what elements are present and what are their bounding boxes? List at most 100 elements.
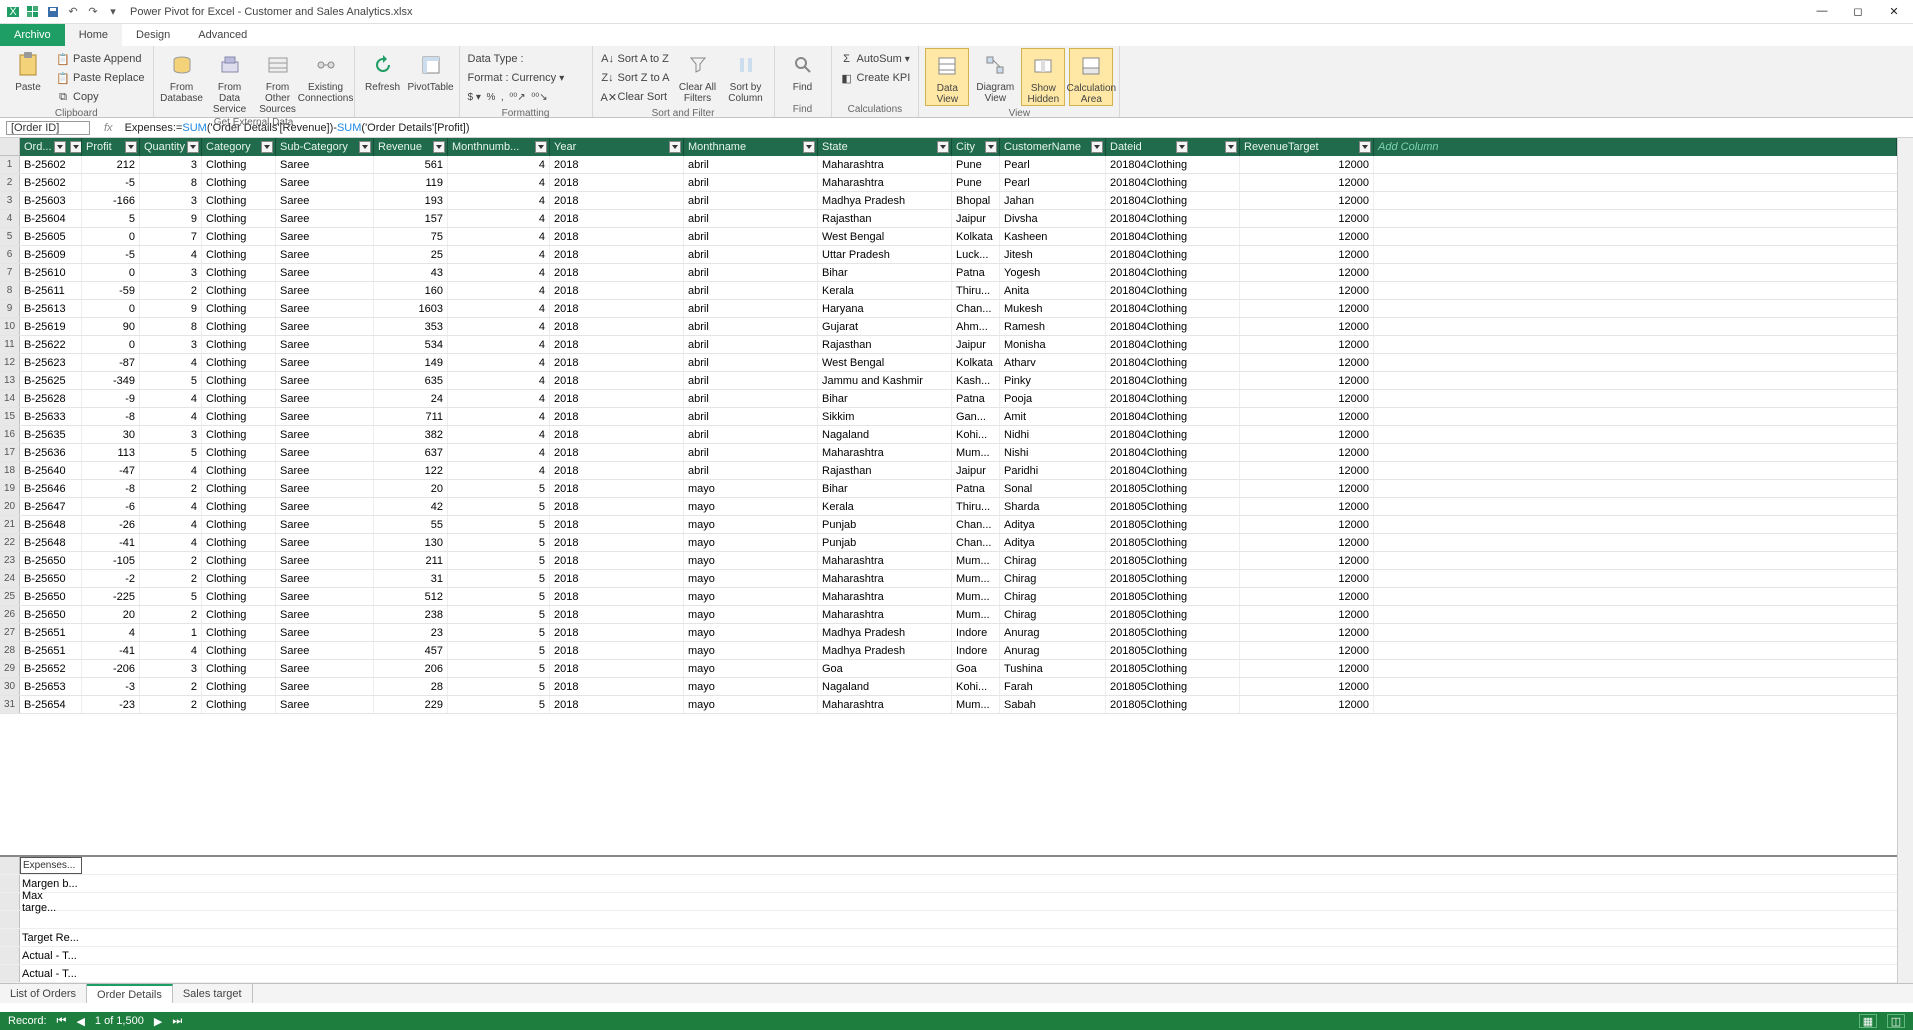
column-header-city[interactable]: City [952,138,1000,156]
cell-rev[interactable]: 711 [374,408,448,425]
cell-mnum[interactable]: 4 [448,318,550,335]
save-icon[interactable] [44,3,62,21]
cell-mname[interactable]: mayo [684,624,818,641]
cell-dateid[interactable]: 201804Clothing [1106,462,1240,479]
cell-qty[interactable]: 2 [140,606,202,623]
cell-mname[interactable]: abril [684,408,818,425]
cell-year[interactable]: 2018 [550,336,684,353]
cell-state[interactable]: Kerala [818,498,952,515]
cell-year[interactable]: 2018 [550,156,684,173]
filter-dropdown-icon[interactable] [261,141,273,153]
cell-cust[interactable]: Pearl [1000,174,1106,191]
cell-qty[interactable]: 1 [140,624,202,641]
cell-mnum[interactable]: 4 [448,336,550,353]
cell-profit[interactable]: 212 [82,156,140,173]
filter-dropdown-icon[interactable] [187,141,199,153]
cell-year[interactable]: 2018 [550,174,684,191]
cell-dateid[interactable]: 201805Clothing [1106,552,1240,569]
cell-profit[interactable]: -41 [82,534,140,551]
cell-profit[interactable]: -87 [82,354,140,371]
cell-year[interactable]: 2018 [550,318,684,335]
cell-profit[interactable]: 20 [82,606,140,623]
cell-cat[interactable]: Clothing [202,210,276,227]
cell-year[interactable]: 2018 [550,642,684,659]
cell-year[interactable]: 2018 [550,264,684,281]
cell-cust[interactable]: Pearl [1000,156,1106,173]
row-header[interactable]: 1 [0,156,20,173]
filter-dropdown-icon[interactable] [70,141,82,153]
cell-rev[interactable]: 20 [374,480,448,497]
cell-sub[interactable]: Saree [276,318,374,335]
cell-mnum[interactable]: 5 [448,516,550,533]
cell-cat[interactable]: Clothing [202,570,276,587]
cell-state[interactable]: Nagaland [818,426,952,443]
cell-profit[interactable]: 0 [82,228,140,245]
cell-profit[interactable]: 113 [82,444,140,461]
cell-city[interactable]: Bhopal [952,192,1000,209]
cell-mnum[interactable]: 5 [448,624,550,641]
cell-mnum[interactable]: 5 [448,498,550,515]
cell-mname[interactable]: mayo [684,498,818,515]
cell-city[interactable]: Indore [952,642,1000,659]
sheet-tab[interactable]: List of Orders [0,984,87,1003]
measure-row[interactable]: Actual - T... [0,947,1897,965]
cell-year[interactable]: 2018 [550,498,684,515]
cell-mname[interactable]: mayo [684,606,818,623]
cell-tgt[interactable]: 12000 [1240,264,1374,281]
cell-ord[interactable]: B-25646 [20,480,82,497]
cell-qty[interactable]: 4 [140,246,202,263]
cell-city[interactable]: Mum... [952,588,1000,605]
cell-qty[interactable]: 3 [140,660,202,677]
cell-tgt[interactable]: 12000 [1240,246,1374,263]
cell-cat[interactable]: Clothing [202,642,276,659]
cell-mnum[interactable]: 4 [448,174,550,191]
cell-state[interactable]: Bihar [818,264,952,281]
cell-qty[interactable]: 8 [140,318,202,335]
cell-tgt[interactable]: 12000 [1240,444,1374,461]
cell-year[interactable]: 2018 [550,300,684,317]
cell-profit[interactable]: -8 [82,408,140,425]
cell-mname[interactable]: abril [684,354,818,371]
cell-cat[interactable]: Clothing [202,264,276,281]
cell-cust[interactable]: Sonal [1000,480,1106,497]
cell-dateid[interactable]: 201804Clothing [1106,210,1240,227]
cell-ord[interactable]: B-25650 [20,570,82,587]
cell-dateid[interactable]: 201804Clothing [1106,192,1240,209]
cell-rev[interactable]: 382 [374,426,448,443]
cell-sub[interactable]: Saree [276,228,374,245]
table-row[interactable]: 18B-25640-474ClothingSaree12242018abrilR… [0,462,1897,480]
cell-city[interactable]: Mum... [952,444,1000,461]
cell-profit[interactable]: -6 [82,498,140,515]
grid-view-icon[interactable]: ▦ [1859,1014,1877,1028]
cell-mname[interactable]: abril [684,246,818,263]
cell-tgt[interactable]: 12000 [1240,192,1374,209]
filter-dropdown-icon[interactable] [535,141,547,153]
name-box[interactable]: [Order ID] [6,121,90,135]
cell-profit[interactable]: 30 [82,426,140,443]
cell-mname[interactable]: abril [684,156,818,173]
cell-mnum[interactable]: 5 [448,642,550,659]
row-header[interactable]: 23 [0,552,20,569]
cell-rev[interactable]: 25 [374,246,448,263]
cell-sub[interactable]: Saree [276,390,374,407]
cell-dateid[interactable]: 201805Clothing [1106,642,1240,659]
cell-profit[interactable]: -166 [82,192,140,209]
measure-row[interactable] [0,911,1897,929]
column-extra-icon[interactable] [1176,141,1188,153]
cell-city[interactable]: Gan... [952,408,1000,425]
cell-mname[interactable]: mayo [684,552,818,569]
cell-ord[interactable]: B-25640 [20,462,82,479]
cell-rev[interactable]: 561 [374,156,448,173]
cell-tgt[interactable]: 12000 [1240,642,1374,659]
cell-rev[interactable]: 119 [374,174,448,191]
cell-profit[interactable]: -59 [82,282,140,299]
cell-year[interactable]: 2018 [550,516,684,533]
cell-dateid[interactable]: 201804Clothing [1106,228,1240,245]
cell-year[interactable]: 2018 [550,678,684,695]
cell-dateid[interactable]: 201804Clothing [1106,282,1240,299]
cell-qty[interactable]: 4 [140,516,202,533]
cell-ord[interactable]: B-25623 [20,354,82,371]
fx-icon[interactable]: fx [104,122,113,134]
cell-sub[interactable]: Saree [276,426,374,443]
cell-rev[interactable]: 130 [374,534,448,551]
